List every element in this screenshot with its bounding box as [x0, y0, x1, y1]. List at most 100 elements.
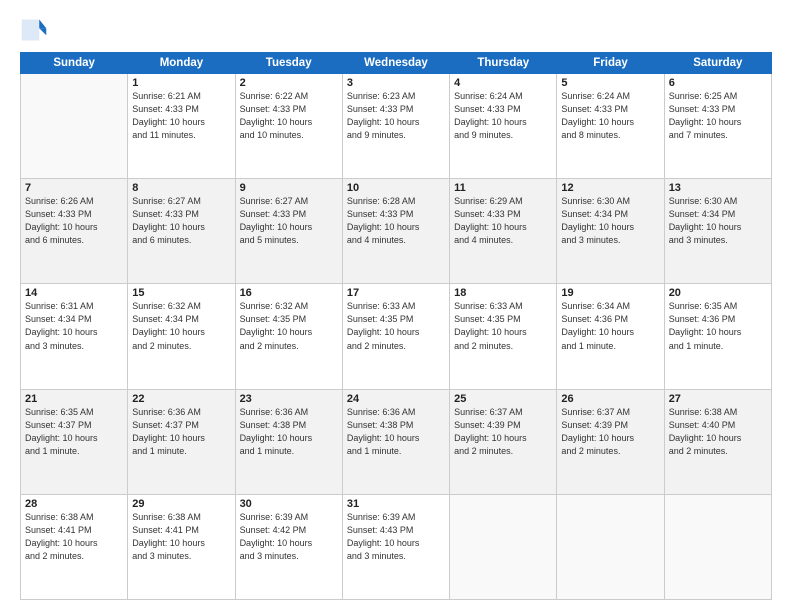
day-info: Sunrise: 6:37 AM Sunset: 4:39 PM Dayligh…: [561, 406, 659, 458]
day-info: Sunrise: 6:36 AM Sunset: 4:38 PM Dayligh…: [240, 406, 338, 458]
calendar-cell: 16Sunrise: 6:32 AM Sunset: 4:35 PM Dayli…: [235, 284, 342, 389]
calendar-cell: 5Sunrise: 6:24 AM Sunset: 4:33 PM Daylig…: [557, 74, 664, 179]
weekday-header: Saturday: [664, 53, 771, 74]
weekday-header: Monday: [128, 53, 235, 74]
day-info: Sunrise: 6:37 AM Sunset: 4:39 PM Dayligh…: [454, 406, 552, 458]
weekday-header: Tuesday: [235, 53, 342, 74]
calendar-cell: 15Sunrise: 6:32 AM Sunset: 4:34 PM Dayli…: [128, 284, 235, 389]
day-number: 7: [25, 182, 123, 194]
calendar-cell: [664, 494, 771, 599]
day-info: Sunrise: 6:36 AM Sunset: 4:38 PM Dayligh…: [347, 406, 445, 458]
calendar-cell: 1Sunrise: 6:21 AM Sunset: 4:33 PM Daylig…: [128, 74, 235, 179]
page: SundayMondayTuesdayWednesdayThursdayFrid…: [0, 0, 792, 612]
day-info: Sunrise: 6:24 AM Sunset: 4:33 PM Dayligh…: [561, 90, 659, 142]
day-info: Sunrise: 6:24 AM Sunset: 4:33 PM Dayligh…: [454, 90, 552, 142]
calendar-cell: 18Sunrise: 6:33 AM Sunset: 4:35 PM Dayli…: [450, 284, 557, 389]
day-info: Sunrise: 6:39 AM Sunset: 4:42 PM Dayligh…: [240, 511, 338, 563]
logo-icon: [20, 16, 48, 44]
day-number: 1: [132, 77, 230, 89]
day-number: 3: [347, 77, 445, 89]
day-number: 31: [347, 498, 445, 510]
day-info: Sunrise: 6:38 AM Sunset: 4:40 PM Dayligh…: [669, 406, 767, 458]
calendar-cell: 17Sunrise: 6:33 AM Sunset: 4:35 PM Dayli…: [342, 284, 449, 389]
calendar-cell: 21Sunrise: 6:35 AM Sunset: 4:37 PM Dayli…: [21, 389, 128, 494]
calendar-cell: 30Sunrise: 6:39 AM Sunset: 4:42 PM Dayli…: [235, 494, 342, 599]
day-info: Sunrise: 6:21 AM Sunset: 4:33 PM Dayligh…: [132, 90, 230, 142]
day-info: Sunrise: 6:32 AM Sunset: 4:35 PM Dayligh…: [240, 300, 338, 352]
day-info: Sunrise: 6:28 AM Sunset: 4:33 PM Dayligh…: [347, 195, 445, 247]
day-number: 27: [669, 393, 767, 405]
day-number: 5: [561, 77, 659, 89]
day-info: Sunrise: 6:22 AM Sunset: 4:33 PM Dayligh…: [240, 90, 338, 142]
day-info: Sunrise: 6:39 AM Sunset: 4:43 PM Dayligh…: [347, 511, 445, 563]
calendar-cell: 4Sunrise: 6:24 AM Sunset: 4:33 PM Daylig…: [450, 74, 557, 179]
day-info: Sunrise: 6:32 AM Sunset: 4:34 PM Dayligh…: [132, 300, 230, 352]
day-info: Sunrise: 6:31 AM Sunset: 4:34 PM Dayligh…: [25, 300, 123, 352]
calendar-table: SundayMondayTuesdayWednesdayThursdayFrid…: [20, 52, 772, 600]
calendar-cell: 9Sunrise: 6:27 AM Sunset: 4:33 PM Daylig…: [235, 179, 342, 284]
day-info: Sunrise: 6:27 AM Sunset: 4:33 PM Dayligh…: [132, 195, 230, 247]
day-number: 17: [347, 287, 445, 299]
day-number: 22: [132, 393, 230, 405]
day-number: 15: [132, 287, 230, 299]
day-number: 29: [132, 498, 230, 510]
calendar-cell: [450, 494, 557, 599]
day-info: Sunrise: 6:30 AM Sunset: 4:34 PM Dayligh…: [669, 195, 767, 247]
calendar-cell: [21, 74, 128, 179]
calendar-week-row: 1Sunrise: 6:21 AM Sunset: 4:33 PM Daylig…: [21, 74, 772, 179]
day-info: Sunrise: 6:23 AM Sunset: 4:33 PM Dayligh…: [347, 90, 445, 142]
calendar-week-row: 28Sunrise: 6:38 AM Sunset: 4:41 PM Dayli…: [21, 494, 772, 599]
weekday-header: Wednesday: [342, 53, 449, 74]
day-number: 30: [240, 498, 338, 510]
calendar-cell: 22Sunrise: 6:36 AM Sunset: 4:37 PM Dayli…: [128, 389, 235, 494]
day-number: 4: [454, 77, 552, 89]
day-info: Sunrise: 6:29 AM Sunset: 4:33 PM Dayligh…: [454, 195, 552, 247]
calendar-cell: 2Sunrise: 6:22 AM Sunset: 4:33 PM Daylig…: [235, 74, 342, 179]
logo: [20, 16, 52, 44]
calendar-cell: 8Sunrise: 6:27 AM Sunset: 4:33 PM Daylig…: [128, 179, 235, 284]
calendar-cell: 10Sunrise: 6:28 AM Sunset: 4:33 PM Dayli…: [342, 179, 449, 284]
calendar-cell: 11Sunrise: 6:29 AM Sunset: 4:33 PM Dayli…: [450, 179, 557, 284]
calendar-week-row: 14Sunrise: 6:31 AM Sunset: 4:34 PM Dayli…: [21, 284, 772, 389]
day-number: 16: [240, 287, 338, 299]
calendar-cell: 7Sunrise: 6:26 AM Sunset: 4:33 PM Daylig…: [21, 179, 128, 284]
day-number: 12: [561, 182, 659, 194]
day-number: 6: [669, 77, 767, 89]
weekday-header: Thursday: [450, 53, 557, 74]
calendar-cell: 19Sunrise: 6:34 AM Sunset: 4:36 PM Dayli…: [557, 284, 664, 389]
day-info: Sunrise: 6:30 AM Sunset: 4:34 PM Dayligh…: [561, 195, 659, 247]
day-info: Sunrise: 6:27 AM Sunset: 4:33 PM Dayligh…: [240, 195, 338, 247]
calendar-cell: 6Sunrise: 6:25 AM Sunset: 4:33 PM Daylig…: [664, 74, 771, 179]
day-number: 20: [669, 287, 767, 299]
day-info: Sunrise: 6:33 AM Sunset: 4:35 PM Dayligh…: [347, 300, 445, 352]
calendar-cell: 26Sunrise: 6:37 AM Sunset: 4:39 PM Dayli…: [557, 389, 664, 494]
day-info: Sunrise: 6:38 AM Sunset: 4:41 PM Dayligh…: [132, 511, 230, 563]
day-number: 14: [25, 287, 123, 299]
calendar-cell: 28Sunrise: 6:38 AM Sunset: 4:41 PM Dayli…: [21, 494, 128, 599]
day-info: Sunrise: 6:38 AM Sunset: 4:41 PM Dayligh…: [25, 511, 123, 563]
header: [20, 16, 772, 44]
day-number: 2: [240, 77, 338, 89]
calendar-cell: 12Sunrise: 6:30 AM Sunset: 4:34 PM Dayli…: [557, 179, 664, 284]
calendar-cell: 13Sunrise: 6:30 AM Sunset: 4:34 PM Dayli…: [664, 179, 771, 284]
day-number: 13: [669, 182, 767, 194]
day-info: Sunrise: 6:25 AM Sunset: 4:33 PM Dayligh…: [669, 90, 767, 142]
day-number: 24: [347, 393, 445, 405]
calendar-cell: [557, 494, 664, 599]
day-info: Sunrise: 6:26 AM Sunset: 4:33 PM Dayligh…: [25, 195, 123, 247]
calendar-cell: 14Sunrise: 6:31 AM Sunset: 4:34 PM Dayli…: [21, 284, 128, 389]
day-number: 18: [454, 287, 552, 299]
calendar-cell: 24Sunrise: 6:36 AM Sunset: 4:38 PM Dayli…: [342, 389, 449, 494]
calendar-cell: 20Sunrise: 6:35 AM Sunset: 4:36 PM Dayli…: [664, 284, 771, 389]
day-info: Sunrise: 6:35 AM Sunset: 4:36 PM Dayligh…: [669, 300, 767, 352]
day-info: Sunrise: 6:35 AM Sunset: 4:37 PM Dayligh…: [25, 406, 123, 458]
calendar-week-row: 21Sunrise: 6:35 AM Sunset: 4:37 PM Dayli…: [21, 389, 772, 494]
day-number: 11: [454, 182, 552, 194]
day-number: 10: [347, 182, 445, 194]
day-info: Sunrise: 6:33 AM Sunset: 4:35 PM Dayligh…: [454, 300, 552, 352]
calendar-cell: 27Sunrise: 6:38 AM Sunset: 4:40 PM Dayli…: [664, 389, 771, 494]
day-info: Sunrise: 6:34 AM Sunset: 4:36 PM Dayligh…: [561, 300, 659, 352]
day-info: Sunrise: 6:36 AM Sunset: 4:37 PM Dayligh…: [132, 406, 230, 458]
calendar-cell: 23Sunrise: 6:36 AM Sunset: 4:38 PM Dayli…: [235, 389, 342, 494]
day-number: 25: [454, 393, 552, 405]
